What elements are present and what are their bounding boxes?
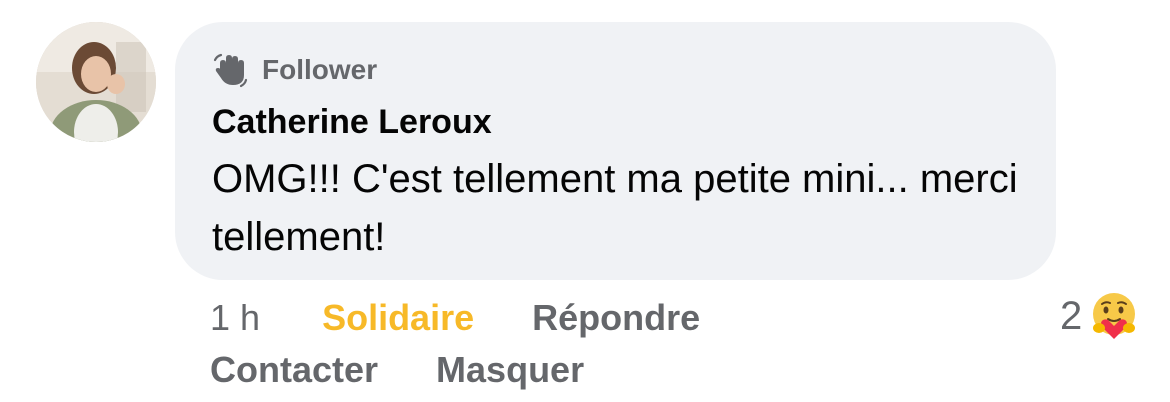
reaction-count: 2 [1060,293,1083,338]
comment-bubble: Follower Catherine Leroux OMG!!! C'est t… [175,22,1056,280]
support-reaction-button[interactable]: Solidaire [322,292,474,344]
waving-hand-icon [212,51,250,89]
comment-actions: 1 h Solidaire Répondre Contacter Masquer [210,292,970,396]
contact-button[interactable]: Contacter [210,344,378,396]
timestamp[interactable]: 1 h [210,292,260,344]
avatar[interactable] [36,22,156,142]
comment: Follower Catherine Leroux OMG!!! C'est t… [0,0,1170,402]
follower-badge: Follower [212,48,1056,92]
badge-label: Follower [262,54,378,85]
comment-text: OMG!!! C'est tellement ma petite mini...… [212,157,1018,259]
reaction-summary[interactable]: 2 [1060,290,1140,342]
care-emoji-icon [1088,290,1140,342]
hide-button[interactable]: Masquer [436,344,584,396]
author-name[interactable]: Catherine Leroux [212,100,1056,144]
reply-button[interactable]: Répondre [532,292,700,344]
